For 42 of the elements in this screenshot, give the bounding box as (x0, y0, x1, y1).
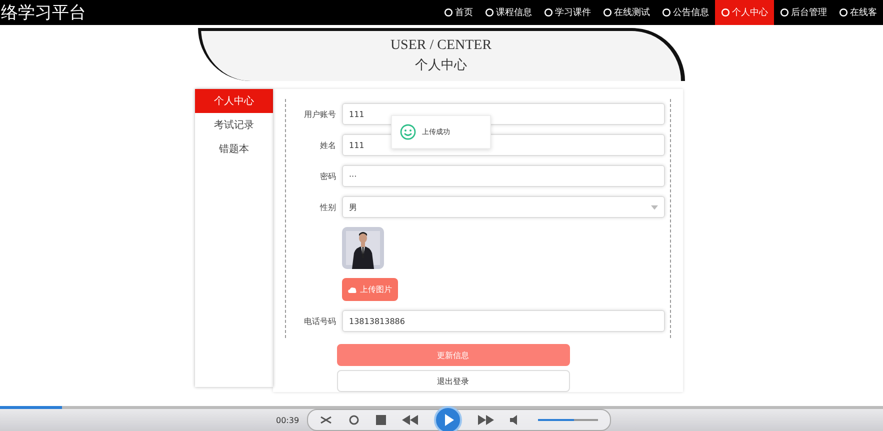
nav-link[interactable]: 在线测试 (597, 0, 656, 25)
playback-time: 00:39 (276, 416, 300, 424)
field-label: 电话号码 (303, 316, 336, 326)
input-field[interactable]: ··· (342, 165, 665, 187)
sidebar-item[interactable]: 考试记录 (195, 113, 273, 137)
caret-icon (651, 204, 658, 210)
cloud-icon (348, 286, 357, 293)
nav-link[interactable]: 学习课件 (538, 0, 597, 25)
nav-link[interactable]: 个人中心 (715, 0, 774, 25)
input-field[interactable]: 13813813886 (342, 310, 665, 332)
stop-icon[interactable] (376, 415, 386, 425)
field-label: 姓名 (319, 140, 336, 150)
nav-link[interactable]: 公告信息 (656, 0, 715, 25)
site-title: 络学习平台 (1, 2, 86, 24)
field-label: 性别 (318, 202, 336, 212)
sidebar-item[interactable]: 个人中心 (195, 89, 273, 113)
nav-link[interactable]: 在线客 (833, 0, 883, 25)
field-label: 密码 (319, 170, 336, 182)
progress-track[interactable] (0, 406, 883, 409)
circle-icon (544, 8, 553, 17)
nav-link[interactable]: 课程信息 (479, 0, 538, 25)
shuffle-icon[interactable] (320, 414, 332, 426)
select-field[interactable]: 男 (342, 196, 665, 218)
circle-icon (721, 8, 730, 17)
circle-icon (603, 8, 612, 17)
sidebar-item[interactable]: 错题本 (195, 137, 273, 161)
circle-icon (780, 8, 789, 17)
rewind-icon[interactable] (402, 415, 418, 425)
field-label: 用户账号 (303, 108, 336, 120)
play-icon[interactable] (434, 406, 462, 431)
nav-link[interactable]: 首页 (438, 0, 479, 25)
nav-link[interactable]: 后台管理 (774, 0, 833, 25)
circle-icon (662, 8, 671, 17)
circle-icon (839, 8, 848, 17)
circle-icon (444, 8, 453, 17)
header-subtitle: 个人中心 (415, 56, 467, 74)
header-title: USER / CENTER (390, 38, 492, 54)
circle-icon (485, 8, 494, 17)
logout-button[interactable]: 退出登录 (336, 370, 570, 392)
fast-forward-icon[interactable] (478, 415, 494, 425)
smiley-icon (400, 124, 416, 140)
repeat-icon[interactable] (348, 414, 360, 426)
